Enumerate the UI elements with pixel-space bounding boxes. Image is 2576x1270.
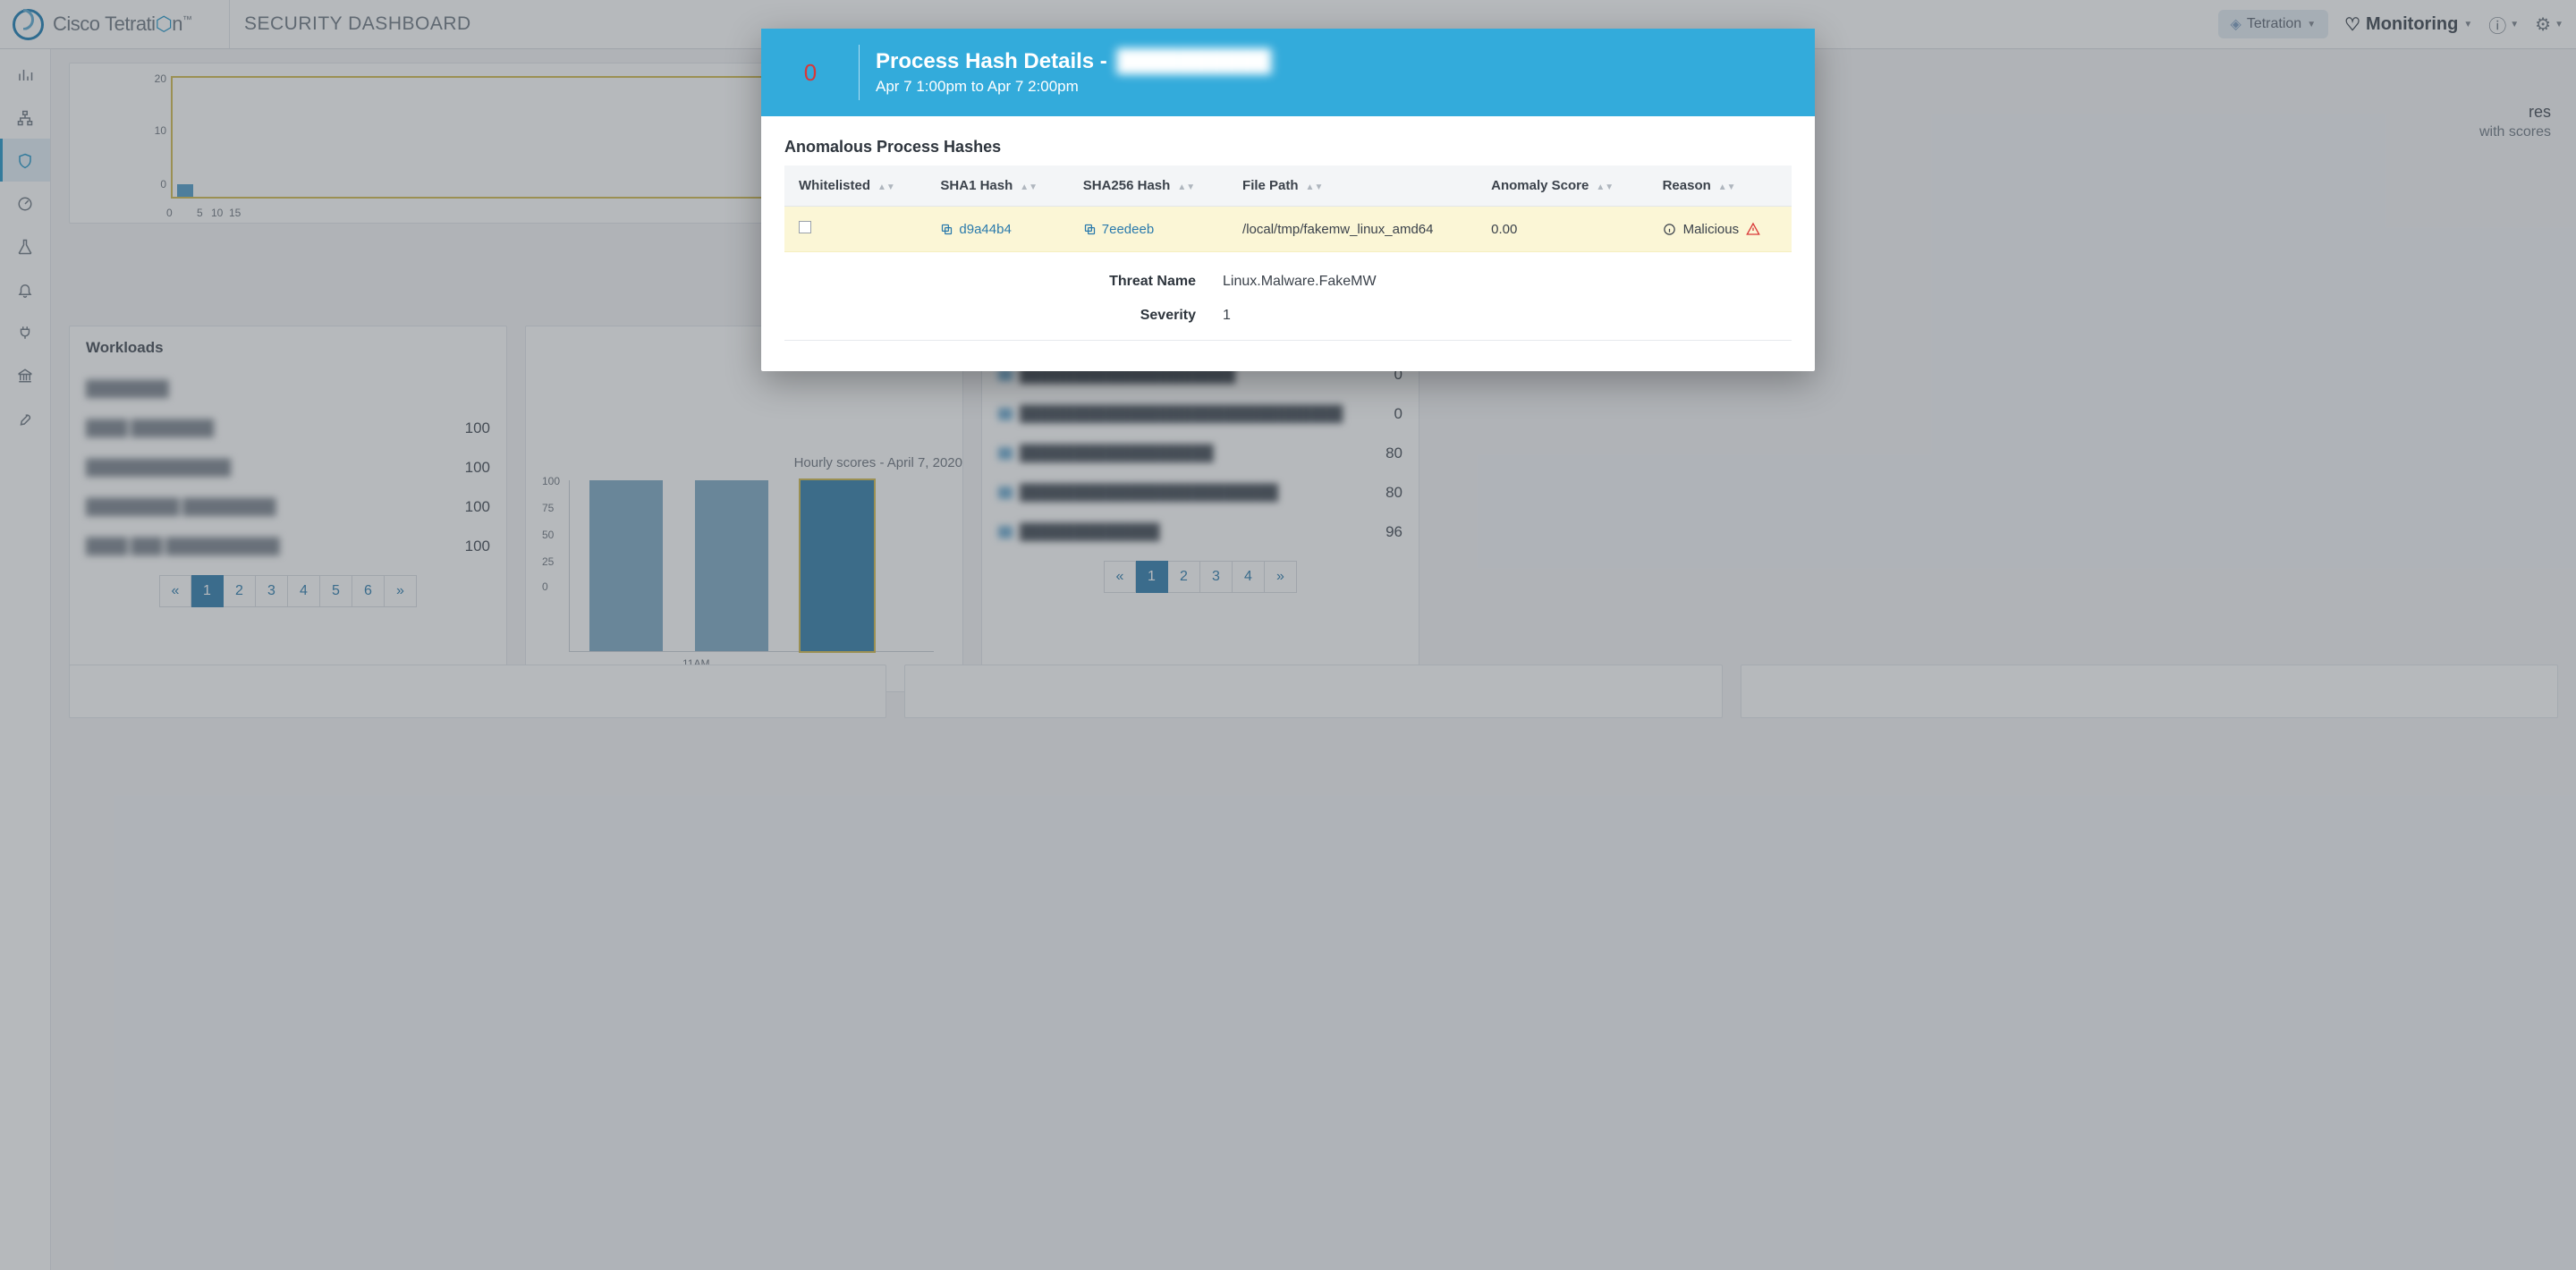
col-sha1[interactable]: SHA1 Hash▲▼ xyxy=(926,165,1068,207)
copy-icon[interactable] xyxy=(1083,222,1097,237)
table-row[interactable]: d9a44b4 7eedeeb /local/tmp/fakemw_linux_… xyxy=(784,207,1792,252)
modal-time-range: Apr 7 1:00pm to Apr 7 2:00pm xyxy=(876,78,1274,96)
col-sha256[interactable]: SHA256 Hash▲▼ xyxy=(1069,165,1228,207)
info-circle-icon[interactable] xyxy=(1663,222,1676,237)
sort-icon: ▲▼ xyxy=(1596,182,1614,192)
sha1-link[interactable]: d9a44b4 xyxy=(940,222,1011,237)
col-score[interactable]: Anomaly Score▲▼ xyxy=(1477,165,1648,207)
file-path: /local/tmp/fakemw_linux_amd64 xyxy=(1228,207,1477,252)
sort-icon: ▲▼ xyxy=(1020,182,1038,192)
modal-body: Anomalous Process Hashes Whitelisted▲▼ S… xyxy=(761,116,1815,371)
section-title: Anomalous Process Hashes xyxy=(784,138,1792,157)
sort-icon: ▲▼ xyxy=(1306,182,1324,192)
whitelist-checkbox[interactable] xyxy=(799,221,811,233)
reason: Malicious xyxy=(1663,221,1777,237)
reason-text: Malicious xyxy=(1683,222,1740,237)
sort-icon: ▲▼ xyxy=(1718,182,1736,192)
anomaly-score: 0.00 xyxy=(1477,207,1648,252)
modal-title: Process Hash Details - ██████████ xyxy=(876,49,1274,74)
anomalous-hashes-table: Whitelisted▲▼ SHA1 Hash▲▼ SHA256 Hash▲▼ … xyxy=(784,165,1792,252)
sha256-link[interactable]: 7eedeeb xyxy=(1083,222,1154,237)
severity-key: Severity xyxy=(784,308,1196,324)
threat-name-value: Linux.Malware.FakeMW xyxy=(1223,274,1792,290)
threat-name-key: Threat Name xyxy=(784,274,1196,290)
col-path[interactable]: File Path▲▼ xyxy=(1228,165,1477,207)
threat-detail-grid: Threat Name Linux.Malware.FakeMW Severit… xyxy=(784,274,1792,324)
process-hash-details-modal: 0 Process Hash Details - ██████████ Apr … xyxy=(761,29,1815,371)
divider xyxy=(784,340,1792,341)
col-reason[interactable]: Reason▲▼ xyxy=(1648,165,1792,207)
severity-value: 1 xyxy=(1223,308,1792,324)
sort-icon: ▲▼ xyxy=(877,182,895,192)
warning-triangle-icon xyxy=(1746,221,1760,237)
copy-icon[interactable] xyxy=(940,222,953,237)
sort-icon: ▲▼ xyxy=(1177,182,1195,192)
col-whitelisted[interactable]: Whitelisted▲▼ xyxy=(784,165,926,207)
modal-header: 0 Process Hash Details - ██████████ Apr … xyxy=(761,29,1815,116)
anomaly-score-zero: 0 xyxy=(761,29,860,116)
modal-overlay[interactable]: 0 Process Hash Details - ██████████ Apr … xyxy=(0,0,2576,1270)
